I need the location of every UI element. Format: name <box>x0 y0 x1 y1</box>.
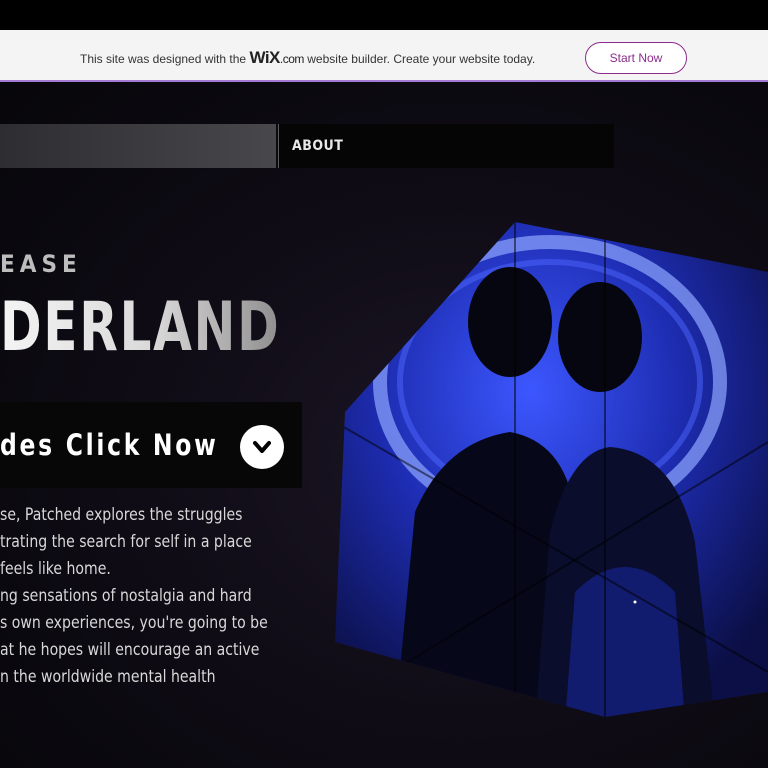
album-art-hexagon <box>335 222 768 717</box>
wix-logo-domain: .com <box>279 52 305 66</box>
chevron-down-icon <box>253 441 271 453</box>
click-now-button[interactable]: des Click Now <box>0 402 302 488</box>
hero-description: se, Patched explores the struggles trati… <box>0 502 330 691</box>
description-line: n the worldwide mental health <box>0 667 216 687</box>
hero-kicker: EASE <box>0 250 82 278</box>
nav-item-about-label: ABOUT <box>292 138 344 154</box>
description-line: feels like home. <box>0 559 111 579</box>
nav-item-home[interactable] <box>0 124 276 168</box>
click-now-label: des Click Now <box>0 428 219 462</box>
description-line: at he hopes will encourage an active <box>0 640 260 660</box>
start-now-button[interactable]: Start Now <box>585 42 687 74</box>
wix-logo-mark: WiX <box>249 48 280 67</box>
wix-banner-text-before: This site was designed with the <box>80 52 247 66</box>
chevron-down-circle-icon[interactable] <box>240 425 284 469</box>
description-line: se, Patched explores the struggles <box>0 505 243 525</box>
wix-logo[interactable]: WiX.com <box>249 48 305 67</box>
description-line: trating the search for self in a place <box>0 532 252 552</box>
hero-title: DERLAND <box>0 288 281 367</box>
wix-ad-banner: This site was designed with the WiX.com … <box>0 30 768 82</box>
top-black-bar <box>0 0 768 30</box>
nav-item-about[interactable]: ABOUT <box>278 124 614 168</box>
description-line: s own experiences, you're going to be <box>0 613 268 633</box>
wix-banner-text-after: website builder. Create your website tod… <box>307 52 536 66</box>
description-line: ng sensations of nostalgia and hard <box>0 586 252 606</box>
wix-banner-message: This site was designed with the WiX.com … <box>80 48 535 68</box>
site-content: ABOUT EASE DERLAND des Click Now se, Pat… <box>0 82 768 768</box>
